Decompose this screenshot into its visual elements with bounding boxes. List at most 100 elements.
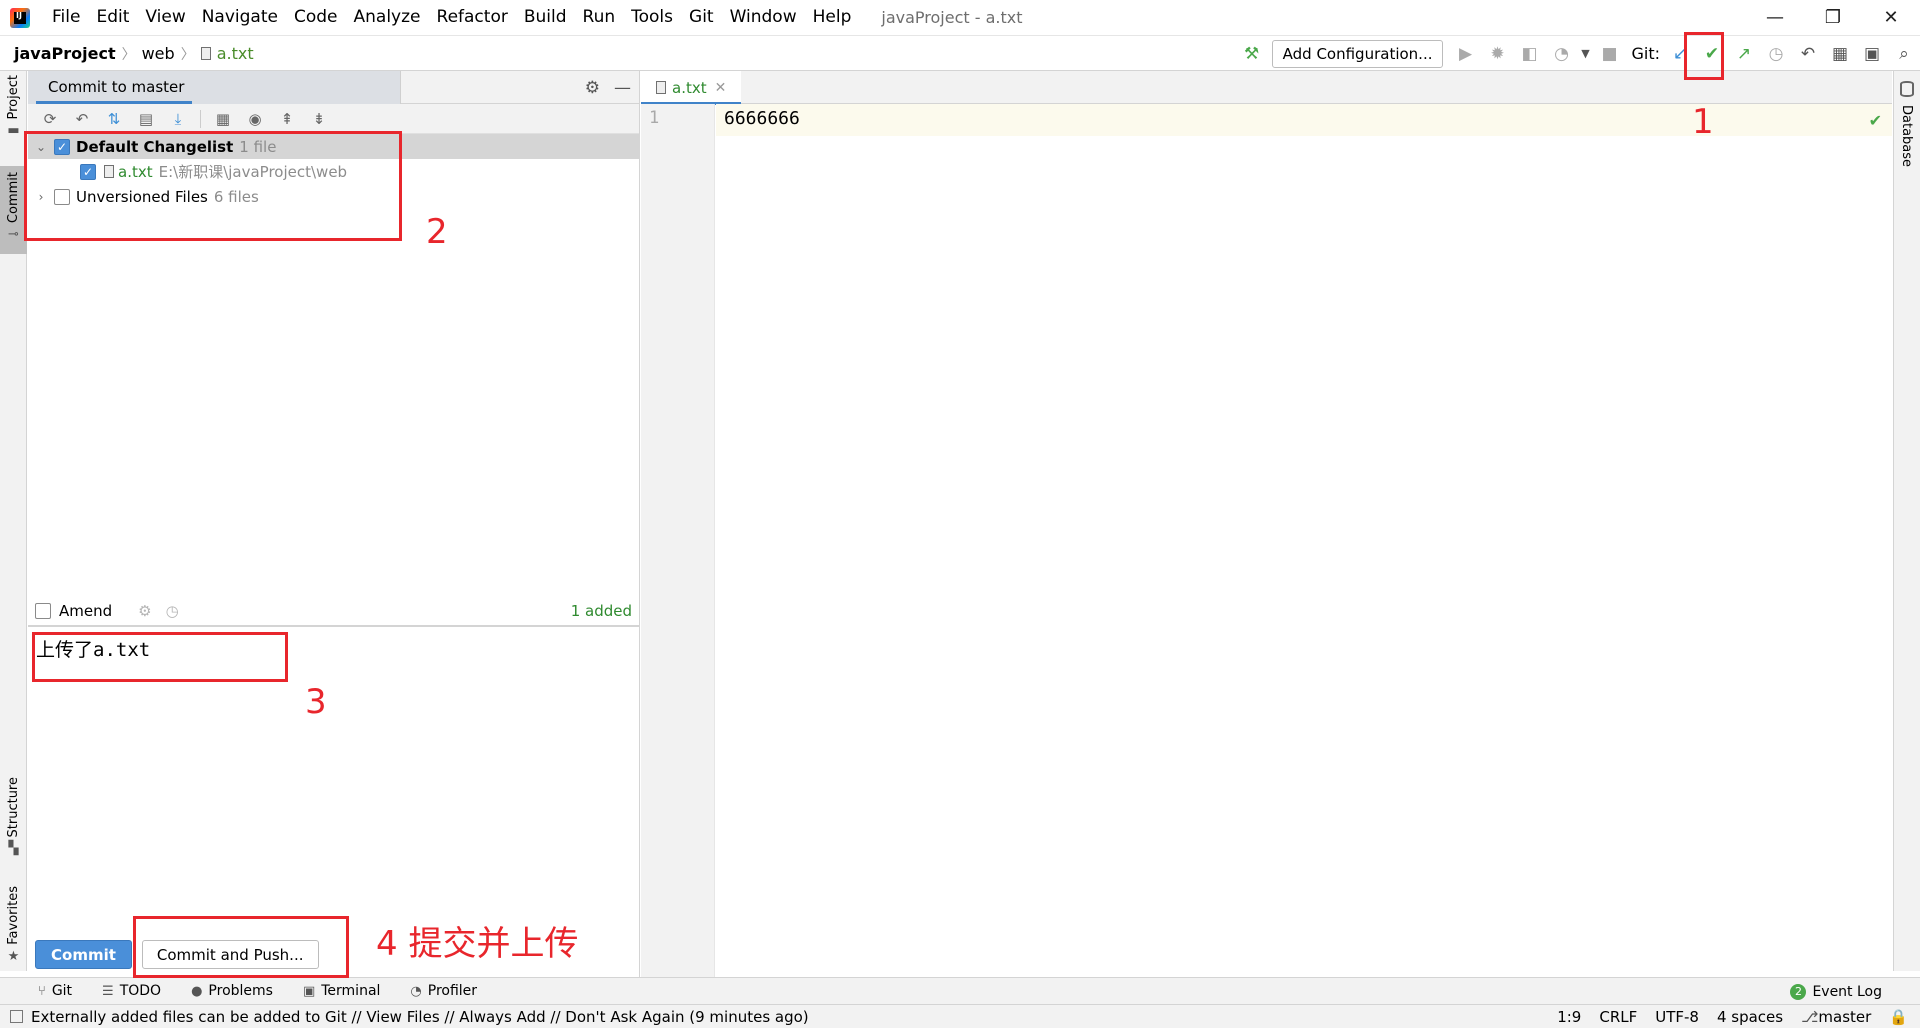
build-hammer-icon[interactable]: ⚒ (1236, 39, 1268, 69)
stripe-favorites-label: Favorites (6, 886, 21, 945)
tool-profiler[interactable]: ◔ Profiler (410, 983, 477, 999)
git-push-icon[interactable]: ↗ (1728, 39, 1760, 69)
hide-icon[interactable]: — (614, 78, 631, 98)
menu-git[interactable]: Git (681, 0, 722, 35)
run-icon[interactable]: ▶ (1449, 39, 1481, 69)
search-icon[interactable]: ⌕ (1888, 39, 1920, 69)
menu-view[interactable]: View (137, 0, 193, 35)
status-message[interactable]: Externally added files can be added to G… (31, 1008, 809, 1026)
editor-tab-a-txt[interactable]: a.txt ✕ (641, 71, 741, 105)
annotation-label-4: 4 提交并上传 (376, 924, 579, 964)
tool-git-label: Git (51, 983, 73, 999)
tool-git[interactable]: ⑂ Git (38, 983, 72, 999)
tool-terminal[interactable]: ▣ Terminal (303, 983, 380, 999)
coverage-icon[interactable]: ◧ (1513, 39, 1545, 69)
editor-tab-label: a.txt (672, 78, 707, 97)
minimize-button[interactable]: — (1746, 0, 1804, 35)
close-window-button[interactable]: ✕ (1862, 0, 1920, 35)
chevron-down-icon[interactable]: ▼ (1577, 39, 1593, 69)
tool-todo[interactable]: ☰ TODO (102, 983, 161, 999)
annotation-box-3 (32, 632, 288, 682)
editor-gutter: 1 (641, 104, 715, 977)
rollback-icon[interactable]: ↶ (68, 107, 96, 131)
shelve-icon[interactable]: ⤓ (164, 107, 192, 131)
stop-icon[interactable]: ■ (1593, 39, 1625, 69)
amend-checkbox[interactable] (35, 603, 51, 619)
intellij-logo-icon[interactable]: IJ (10, 7, 30, 28)
collapse-all-icon[interactable]: ⇟ (305, 107, 333, 131)
diff-icon[interactable]: ▤ (132, 107, 160, 131)
event-log[interactable]: 2 Event Log (1790, 978, 1882, 1005)
stripe-tab-favorites[interactable]: Favorites ★ (0, 886, 27, 964)
lock-icon[interactable]: 🔒 (1889, 1008, 1908, 1026)
editor-content[interactable]: 6666666 (724, 108, 800, 129)
inspection-ok-icon[interactable]: ✔ (1869, 111, 1882, 130)
stripe-tab-structure[interactable]: Structure ▚ (0, 777, 27, 856)
git-rollback-icon[interactable]: ↶ (1792, 39, 1824, 69)
annotation-label-1: 1 (1692, 102, 1714, 142)
menu-tools[interactable]: Tools (623, 0, 681, 35)
git-history-icon[interactable]: ◷ (1760, 39, 1792, 69)
chevron-right-icon: 〉 (180, 46, 195, 63)
annotation-label-3: 3 (305, 682, 327, 722)
toolbar-separator (200, 109, 201, 128)
panel-header-actions: ⚙ — (585, 71, 631, 104)
debug-icon[interactable]: ✹ (1481, 39, 1513, 69)
menu-help[interactable]: Help (805, 0, 860, 35)
caret-position[interactable]: 1:9 (1557, 1008, 1581, 1026)
refresh-icon[interactable]: ⟳ (36, 107, 64, 131)
breadcrumb-project[interactable]: javaProject (14, 44, 116, 63)
left-tool-stripe: Project ▬ Commit ⊸ Structure ▚ Favorites… (0, 71, 27, 971)
commit-button[interactable]: Commit (35, 940, 132, 969)
menu-build[interactable]: Build (516, 0, 575, 35)
added-count: 1 added (570, 602, 632, 620)
menu-edit[interactable]: Edit (88, 0, 137, 35)
file-encoding[interactable]: UTF-8 (1655, 1008, 1699, 1026)
menu-code[interactable]: Code (286, 0, 346, 35)
toggle-tool-windows-icon[interactable] (10, 1010, 23, 1023)
breadcrumb-web[interactable]: web (142, 44, 175, 63)
stripe-database-label[interactable]: Database (1899, 105, 1914, 167)
git-branch-widget[interactable]: master (1801, 1008, 1871, 1026)
commit-options-gear-icon[interactable]: ⚙ (138, 602, 151, 620)
problems-icon: ● (191, 983, 203, 999)
commit-panel-title: Commit to master (48, 78, 185, 96)
line-separator[interactable]: CRLF (1599, 1008, 1637, 1026)
git-branch-icon: ⑂ (38, 983, 46, 999)
menu-navigate[interactable]: Navigate (194, 0, 286, 35)
tool-profiler-label: Profiler (427, 983, 478, 999)
status-bar: Externally added files can be added to G… (0, 1004, 1920, 1028)
gear-icon[interactable]: ⚙ (585, 78, 600, 98)
stripe-tab-project[interactable]: Project ▬ (0, 75, 27, 138)
stripe-tab-commit[interactable]: Commit ⊸ (0, 166, 27, 254)
add-configuration-button[interactable]: Add Configuration... (1271, 39, 1444, 68)
menu-refactor[interactable]: Refactor (429, 0, 516, 35)
view-options-icon[interactable]: ◉ (241, 107, 269, 131)
database-icon[interactable] (1900, 81, 1914, 97)
folder-icon: ▬ (7, 123, 20, 139)
project-structure-icon[interactable]: ▦ (1824, 39, 1856, 69)
commit-toolbar: ⟳ ↶ ⇅ ▤ ⤓ ▦ ◉ ⇞ ⇟ (28, 104, 639, 134)
text-file-icon (656, 81, 666, 94)
breadcrumb-file[interactable]: a.txt (217, 44, 254, 63)
commit-history-icon[interactable]: ◷ (166, 602, 179, 620)
menu-window[interactable]: Window (722, 0, 805, 35)
expand-all-icon[interactable]: ⇞ (273, 107, 301, 131)
tool-problems[interactable]: ● Problems (191, 983, 273, 999)
update-icon[interactable]: ⇅ (100, 107, 128, 131)
chevron-right-icon: 〉 (121, 46, 136, 63)
profile-icon[interactable]: ◔ (1545, 39, 1577, 69)
indent-setting[interactable]: 4 spaces (1717, 1008, 1783, 1026)
text-file-icon (200, 47, 211, 60)
close-icon[interactable]: ✕ (715, 80, 727, 96)
restore-button[interactable]: ❐ (1804, 0, 1862, 35)
menu-analyze[interactable]: Analyze (346, 0, 429, 35)
star-icon: ★ (7, 948, 20, 964)
menu-run[interactable]: Run (575, 0, 624, 35)
navigation-bar: javaProject 〉 web 〉 a.txt ⚒ Add Configur… (0, 35, 1920, 71)
title-bar: IJ File Edit View Navigate Code Analyze … (0, 0, 1920, 35)
presentation-icon[interactable]: ▣ (1856, 39, 1888, 69)
menu-file[interactable]: File (44, 0, 88, 35)
group-by-icon[interactable]: ▦ (209, 107, 237, 131)
tab-commit-to-master[interactable]: Commit to master (28, 71, 401, 104)
